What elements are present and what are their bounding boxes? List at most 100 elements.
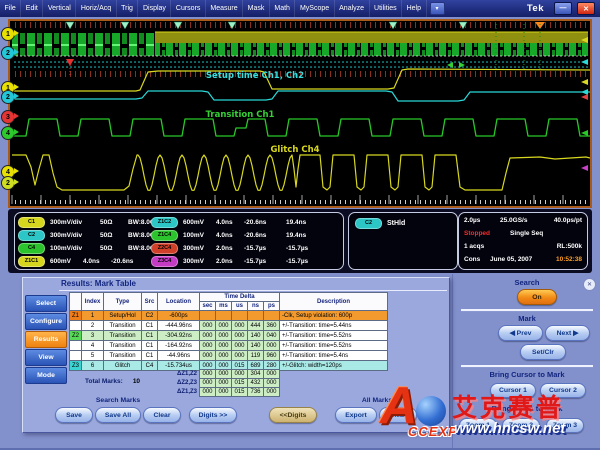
sthld-box: C2 StHld <box>348 212 458 270</box>
channel-badge[interactable]: Z3C4 <box>151 256 178 267</box>
channel-marker-2[interactable]: 2 <box>1 90 15 104</box>
delta-value: 000 <box>199 387 216 397</box>
menu-vertical[interactable]: Vertical <box>43 0 76 17</box>
mark-table-dialog: Results: Mark Table SelectConfigureResul… <box>22 277 450 433</box>
delta-value: 736 <box>247 387 264 397</box>
cons-label: Cons <box>464 256 490 263</box>
menu-myscope[interactable]: MyScope <box>295 0 334 17</box>
readout-value: 2.0ns <box>216 245 244 252</box>
menu-help[interactable]: Help <box>402 0 426 17</box>
readout-value: -20.6ns <box>111 258 153 265</box>
minimize-button[interactable]: — <box>554 2 572 15</box>
search-on-button[interactable]: On <box>517 289 557 305</box>
menu-edit[interactable]: Edit <box>21 0 43 17</box>
menu-file[interactable]: File <box>0 0 21 17</box>
mark-row-4[interactable]: 4TransitionC1-164.92ns000000000140000+/-… <box>70 341 388 351</box>
timebase-scale: 2.0µs <box>464 217 500 224</box>
mark-row-2[interactable]: 2TransitionC1-444.96ns000000000444360+/-… <box>70 321 388 331</box>
menu-cursors[interactable]: Cursors <box>171 0 206 17</box>
next-mark-button[interactable]: Next ▶ <box>545 325 590 341</box>
search-title: Search <box>453 278 600 287</box>
search-marks-label: Search Marks <box>53 397 183 404</box>
set-clear-mark-button[interactable]: Set/Clr <box>520 344 566 360</box>
menu-trig[interactable]: Trig <box>117 0 139 17</box>
channel-badge[interactable]: Z1C2 <box>151 217 178 228</box>
channel-badge[interactable]: Z1C1 <box>18 256 45 267</box>
save-button[interactable]: Save <box>55 407 93 423</box>
channel-badge[interactable]: Z2C4 <box>151 243 178 254</box>
menu-measure[interactable]: Measure <box>206 0 243 17</box>
timebase-box: 2.0µs 25.0GS/s 40.0ps/pt Stopped Single … <box>458 212 588 270</box>
readout-value: 4.0ns <box>216 219 244 226</box>
channel-badge[interactable]: C2 <box>355 218 382 229</box>
readout-value: 600mV <box>50 258 83 265</box>
zoom-2-button[interactable]: Zoom 2 <box>502 418 540 433</box>
clock: 10:52:38 <box>556 256 582 263</box>
menu-analyze[interactable]: Analyze <box>335 0 370 17</box>
cursor-1-button[interactable]: Cursor 1 <box>490 383 536 398</box>
readout-value: 4.0ns <box>83 258 111 265</box>
tek-logo: Tek <box>527 3 554 14</box>
channel-marker-2[interactable]: 2 <box>1 176 15 190</box>
title-divider <box>59 290 447 291</box>
channel-marker-4[interactable]: 4 <box>1 126 15 140</box>
all-marks-label: All Marks <box>329 397 425 404</box>
glitch-label: Glitch Ch4 <box>270 145 319 155</box>
menu-math[interactable]: Math <box>270 0 296 17</box>
tab-results[interactable]: Results <box>25 331 67 348</box>
save-all-button[interactable]: Save All <box>95 407 141 423</box>
channel-badge[interactable]: Z1C4 <box>151 230 178 241</box>
mark-row-3[interactable]: Z23TransitionC1-304.92ns000000000140040+… <box>70 331 388 341</box>
readout-column-right: Z1C2600mV4.0ns-20.6ns19.4nsZ1C4100mV4.0n… <box>151 216 320 268</box>
channel-marker-1[interactable]: 1 <box>1 27 15 41</box>
mark-label: Mark <box>453 314 600 323</box>
readout-value: 50Ω <box>100 219 128 226</box>
mark-row-1[interactable]: Z11Setup/HolC2-600ps-Clk, Setup violatio… <box>70 311 388 321</box>
transition-label: Transition Ch1 <box>206 110 275 120</box>
cursor-2-button[interactable]: Cursor 2 <box>540 383 586 398</box>
channel-marker-3[interactable]: 3 <box>1 110 15 124</box>
clear-all-marks-button[interactable]: Clear <box>379 407 417 423</box>
menu-mask[interactable]: Mask <box>243 0 270 17</box>
date-label: June 05, 2007 <box>490 256 532 263</box>
mark-row-5[interactable]: 5TransitionC1-44.96ns000000000119960+/-T… <box>70 351 388 361</box>
readout-value: 19.4ns <box>286 219 320 226</box>
tab-configure[interactable]: Configure <box>25 313 67 330</box>
panel-close-icon[interactable]: ✕ <box>583 278 596 291</box>
prev-mark-button[interactable]: ◀ Prev <box>498 325 543 341</box>
menu-display[interactable]: Display <box>138 0 171 17</box>
clear-search-marks-button[interactable]: Clear <box>143 407 181 423</box>
readout-value: 300mV <box>183 258 216 265</box>
bring-cursor-label: Bring Cursor to Mark <box>453 370 600 379</box>
readout-value: -20.6ns <box>244 219 286 226</box>
digits-back-button[interactable]: <<Digits <box>269 407 317 423</box>
sthld-label: StHld <box>387 220 405 227</box>
zoom-3-button[interactable]: Zoom 3 <box>546 418 584 433</box>
channel-badge[interactable]: C1 <box>18 217 45 228</box>
readout-row: Z3C4300mV2.0ns-15.7µs-15.7µs <box>151 255 320 268</box>
menu-more-button[interactable]: ▾ <box>430 2 445 15</box>
channel-marker-2[interactable]: 2 <box>1 46 15 60</box>
channel-badge[interactable]: C4 <box>18 243 45 254</box>
readout-value: 100mV/div <box>50 245 100 252</box>
readout-value: 300mV/div <box>50 219 100 226</box>
tab-view[interactable]: View <box>25 349 67 366</box>
menu-utilities[interactable]: Utilities <box>370 0 403 17</box>
divider <box>461 309 593 312</box>
channel-badge[interactable]: C2 <box>18 230 45 241</box>
zoom-1-button[interactable]: Zoom 1 <box>459 418 497 433</box>
readout-value: -15.7µs <box>286 258 320 265</box>
tab-mode[interactable]: Mode <box>25 367 67 384</box>
setup-time-label: Setup time Ch1, Ch2 <box>206 71 304 81</box>
total-marks: Total Marks:10 <box>85 378 140 385</box>
dialog-title: Results: Mark Table <box>61 279 136 288</box>
waveform-display: Setup time Ch1, Ch2 Transition Ch1 Glitc… <box>8 19 592 208</box>
readout-strip: C1300mV/div50ΩBW:8.0GC2300mV/div50ΩBW:8.… <box>8 209 592 273</box>
resolution: 40.0ps/pt <box>554 217 582 224</box>
close-button[interactable]: ✕ <box>577 2 595 15</box>
menu-horizacq[interactable]: Horiz/Acq <box>76 0 116 17</box>
readout-value: 50Ω <box>100 232 128 239</box>
export-button[interactable]: Export <box>335 407 377 423</box>
digits-forward-button[interactable]: Digits >> <box>189 407 237 423</box>
tab-select[interactable]: Select <box>25 295 67 312</box>
